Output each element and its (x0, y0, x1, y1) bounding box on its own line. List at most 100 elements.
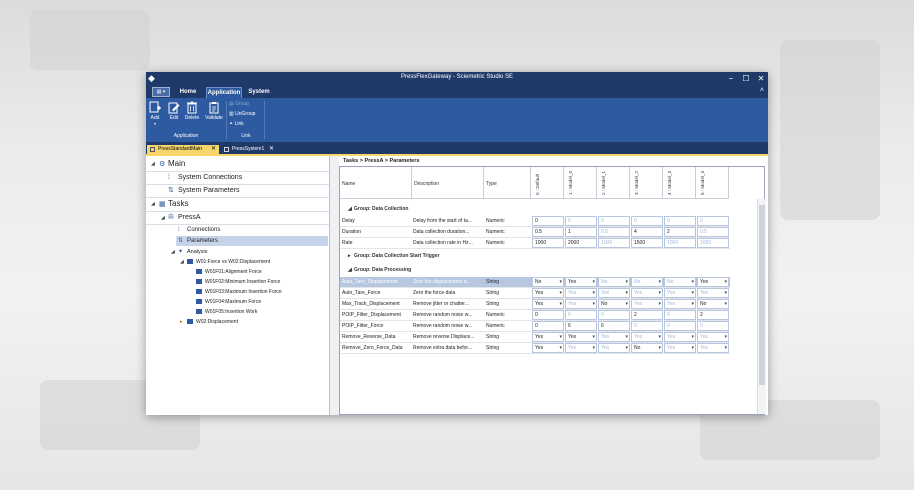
value-dropdown[interactable]: Yes (697, 277, 729, 287)
value-dropdown[interactable]: Yes (532, 343, 564, 353)
minimize-button[interactable]: − (724, 73, 738, 84)
value-dropdown[interactable]: Yes (664, 332, 696, 342)
edit-button[interactable]: Edit (165, 101, 183, 121)
table-row[interactable]: Max_Track_Displacement Remove jitter or … (340, 299, 730, 310)
value-dropdown[interactable]: Yes (664, 288, 696, 298)
collapse-ribbon-icon[interactable]: ˄ (760, 87, 764, 94)
value-cell[interactable]: 0 (631, 321, 663, 331)
value-dropdown[interactable]: Yes (565, 277, 597, 287)
value-cell[interactable]: 0 (664, 321, 696, 331)
ungroup-button[interactable]: ▥ UnGroup (229, 110, 255, 118)
value-cell[interactable]: 4 (631, 227, 663, 237)
value-dropdown[interactable]: No (598, 277, 630, 287)
value-dropdown[interactable]: No (598, 299, 630, 309)
value-cell[interactable]: 2000 (565, 238, 597, 248)
expand-arrow-icon[interactable]: ◢ (151, 159, 155, 169)
value-cell[interactable]: 0 (532, 310, 564, 320)
panel-splitter[interactable] (330, 156, 339, 415)
value-cell[interactable]: 1000 (664, 238, 696, 248)
value-dropdown[interactable]: No (664, 277, 696, 287)
value-dropdown[interactable]: Yes (697, 332, 729, 342)
value-cell[interactable]: 2 (631, 310, 663, 320)
maximize-button[interactable]: ☐ (739, 73, 753, 84)
tree-item-w02[interactable]: ▸ W02:Displacement (146, 317, 329, 327)
add-button[interactable]: Add ▾ (146, 101, 164, 126)
value-cell[interactable]: 6 (565, 321, 597, 331)
table-row[interactable]: POIP_Filter_Displacement Remove random n… (340, 310, 730, 321)
value-cell[interactable]: 0 (565, 216, 597, 226)
value-dropdown[interactable]: Yes (532, 288, 564, 298)
delete-button[interactable]: Delete (183, 101, 201, 121)
expand-arrow-icon[interactable]: ◢ (171, 247, 175, 257)
tab-presssystem1[interactable]: PressSystem1 ✕ (221, 145, 277, 154)
column-header-type[interactable]: Type (484, 167, 531, 199)
tree-item-tasks[interactable]: ◢ ▦ Tasks (146, 199, 329, 209)
table-row[interactable]: Delay Delay from the start of ta... Nume… (340, 216, 730, 227)
tab-home[interactable]: Home (176, 87, 200, 98)
value-dropdown[interactable]: Yes (631, 332, 663, 342)
column-header-model-3[interactable]: 4 : Model_3 (663, 167, 696, 199)
value-cell[interactable]: 0 (664, 216, 696, 226)
expand-arrow-icon[interactable]: ◢ (161, 213, 165, 223)
tree-item-w01f01[interactable]: W01F01:Alignment Force (146, 267, 329, 277)
vertical-scrollbar[interactable] (757, 199, 766, 414)
column-header-model-4[interactable]: 5 : Model_4 (696, 167, 729, 199)
expand-arrow-icon[interactable]: ▸ (348, 251, 351, 262)
quick-access-button[interactable]: ▤ ▾ (152, 87, 170, 97)
value-dropdown[interactable]: Yes (697, 288, 729, 298)
column-header-description[interactable]: Description (412, 167, 484, 199)
value-dropdown[interactable]: Yes (565, 288, 597, 298)
value-cell[interactable]: 0 (631, 216, 663, 226)
group-button[interactable]: ▤ Group (229, 100, 249, 108)
value-cell[interactable]: 0.5 (697, 227, 729, 237)
tree-item-pressa[interactable]: ◢ ✇ PressA (146, 213, 329, 223)
value-cell[interactable]: 2 (664, 227, 696, 237)
group-header-data-processing[interactable]: ◢ Group: Data Processing (340, 265, 758, 276)
tree-item-w01f05[interactable]: W01F05:Insertion Work (146, 307, 329, 317)
table-row-selected[interactable]: Auto_Tare_Displacement Zero the displace… (340, 277, 730, 288)
table-row[interactable]: Auto_Tare_Force Zero the force data Stri… (340, 288, 730, 299)
value-cell[interactable]: 1500 (631, 238, 663, 248)
value-dropdown[interactable]: No (697, 299, 729, 309)
scrollbar-thumb[interactable] (759, 205, 765, 385)
value-dropdown[interactable]: Yes (697, 343, 729, 353)
value-cell[interactable]: 1000 (598, 238, 630, 248)
collapse-arrow-icon[interactable]: ◢ (348, 204, 352, 215)
group-header-data-collection[interactable]: ◢ Group: Data Collection (340, 204, 758, 215)
validate-button[interactable]: Validate (204, 101, 224, 121)
value-cell[interactable]: 0 (697, 321, 729, 331)
expand-arrow-icon[interactable]: ▸ (180, 317, 183, 327)
value-dropdown[interactable]: Yes (631, 299, 663, 309)
table-row[interactable]: Remove_Zero_Force_Data Remove extra data… (340, 343, 730, 354)
column-header-name[interactable]: Name (340, 167, 412, 199)
close-button[interactable]: ✕ (754, 73, 768, 84)
value-cell[interactable]: 1 (565, 227, 597, 237)
close-tab-icon[interactable]: ✕ (269, 145, 274, 154)
column-header-model-2[interactable]: 3 : Model_2 (630, 167, 663, 199)
value-dropdown[interactable]: Yes (598, 288, 630, 298)
tree-item-main[interactable]: ◢ ⚙ Main (146, 159, 329, 169)
tree-item-system-parameters[interactable]: ⇅ System Parameters (146, 186, 329, 196)
value-dropdown[interactable]: No (631, 277, 663, 287)
expand-arrow-icon[interactable]: ◢ (180, 257, 184, 267)
value-dropdown[interactable]: Yes (598, 343, 630, 353)
value-dropdown[interactable]: Yes (598, 332, 630, 342)
value-cell[interactable]: 1000 (532, 238, 564, 248)
column-header-model-1[interactable]: 2 : Model_1 (597, 167, 630, 199)
column-header-model-0[interactable]: 1 : Model_0 (564, 167, 597, 199)
column-header-default[interactable]: 0 : Default (531, 167, 564, 199)
group-header-data-collection-start-trigger[interactable]: ▸ Group: Data Collection Start Trigger (340, 251, 758, 262)
value-dropdown[interactable]: Yes (565, 343, 597, 353)
tree-item-analysis[interactable]: ◢ ✦ Analysis (146, 247, 329, 257)
table-row[interactable]: Rate Data collection rate in Hz... Numer… (340, 238, 730, 249)
value-dropdown[interactable]: Yes (664, 343, 696, 353)
link-button[interactable]: ⚭ Link (229, 120, 244, 128)
value-cell[interactable]: 0 (598, 216, 630, 226)
tree-item-system-connections[interactable]: ⁞ System Connections (146, 173, 329, 183)
value-cell[interactable]: 0 (532, 321, 564, 331)
close-tab-icon[interactable]: ✕ (211, 145, 216, 154)
value-cell[interactable]: 1000 (697, 238, 729, 248)
table-row[interactable]: Duration Data collection duration... Num… (340, 227, 730, 238)
value-cell[interactable]: 0 (565, 310, 597, 320)
tree-item-w01f03[interactable]: W01F03:Maximum Insertion Force (146, 287, 329, 297)
